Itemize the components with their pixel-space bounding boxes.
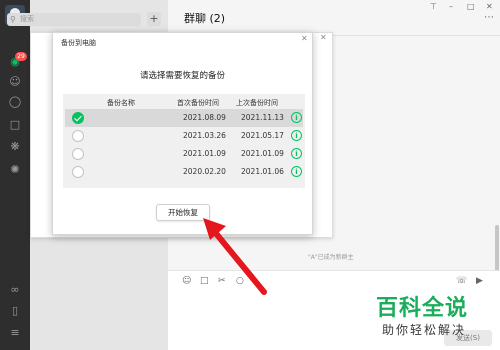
watermark-logo-text: 百科全说 (376, 296, 469, 321)
dialog-heading: 请选择需要恢复的备份 (139, 71, 225, 81)
chat-history-icon[interactable]: ○ (236, 276, 244, 286)
folder-icon[interactable]: □ (8, 118, 22, 132)
radio-selected[interactable] (72, 112, 84, 124)
last-backup-date: 2021.11.13 (241, 113, 284, 122)
first-backup-date: 2020.02.20 (183, 167, 226, 176)
add-button[interactable]: + (147, 12, 161, 26)
miniprogram-icon[interactable]: ✺ (8, 163, 22, 177)
close-icon[interactable]: ✕ (486, 2, 493, 11)
nav-rail: ◉ 29 ☺ ◯ □ ❋ ✺ ∞ ▯ ≡ (0, 0, 30, 350)
table-row[interactable]: 2021.03.26 2021.05.17 i (65, 127, 303, 145)
column-header-name: 备份名称 (107, 99, 135, 107)
search-input[interactable]: ⚲ 搜索 (7, 13, 141, 26)
search-icon: ⚲ (10, 15, 16, 24)
file-icon[interactable]: □ (200, 276, 209, 286)
maximize-icon[interactable]: □ (467, 2, 475, 11)
info-icon[interactable]: i (291, 130, 302, 141)
first-backup-date: 2021.08.09 (183, 113, 226, 122)
table-row[interactable]: 2021.01.09 2021.01.09 i (65, 145, 303, 163)
pin-icon[interactable]: ⊤ (430, 2, 437, 11)
column-header-first: 首次备份时间 (177, 99, 219, 107)
emoji-icon[interactable]: ☺ (182, 276, 191, 286)
table-row[interactable]: 2021.08.09 2021.11.13 i (65, 109, 303, 127)
watermark-tagline: 助你轻松解决 (382, 323, 467, 337)
info-icon[interactable]: i (291, 112, 302, 123)
favorites-icon[interactable]: ◯ (8, 95, 22, 109)
last-backup-date: 2021.01.06 (241, 167, 284, 176)
moments-icon[interactable]: ❋ (8, 140, 22, 154)
scrollbar[interactable] (495, 225, 499, 273)
watermark-logo: 百科全说 助你轻松解决 (372, 290, 494, 346)
window-close-icon[interactable]: ✕ (320, 33, 327, 42)
radio[interactable] (72, 130, 84, 142)
unread-badge: 29 (15, 52, 27, 61)
radio[interactable] (72, 148, 84, 160)
info-icon[interactable]: i (291, 148, 302, 159)
search-placeholder: 搜索 (20, 15, 34, 23)
start-restore-button[interactable]: 开始恢复 (156, 204, 210, 221)
link-icon[interactable]: ∞ (8, 283, 22, 297)
minimize-icon[interactable]: – (449, 2, 453, 11)
system-message: "A"已成为新群主 (308, 254, 354, 261)
first-backup-date: 2021.03.26 (183, 131, 226, 140)
contacts-icon[interactable]: ☺ (8, 75, 22, 89)
radio[interactable] (72, 166, 84, 178)
voice-call-icon[interactable]: ☏ (456, 276, 467, 286)
chat-title: 群聊 (2) (184, 12, 226, 25)
table-row[interactable]: 2020.02.20 2021.01.06 i (65, 163, 303, 181)
dialog-close-icon[interactable]: ✕ (301, 34, 308, 43)
scissors-icon[interactable]: ✂ (218, 276, 226, 286)
menu-icon[interactable]: ≡ (8, 326, 22, 340)
dialog-title: 备份到电脑 (61, 39, 96, 47)
phone-icon[interactable]: ▯ (8, 304, 22, 318)
last-backup-date: 2021.01.09 (241, 149, 284, 158)
video-call-icon[interactable]: ▶ (476, 276, 483, 286)
first-backup-date: 2021.01.09 (183, 149, 226, 158)
more-icon[interactable]: ⋯ (484, 12, 494, 23)
info-icon[interactable]: i (291, 166, 302, 177)
column-header-last: 上次备份时间 (236, 99, 278, 107)
last-backup-date: 2021.05.17 (241, 131, 284, 140)
